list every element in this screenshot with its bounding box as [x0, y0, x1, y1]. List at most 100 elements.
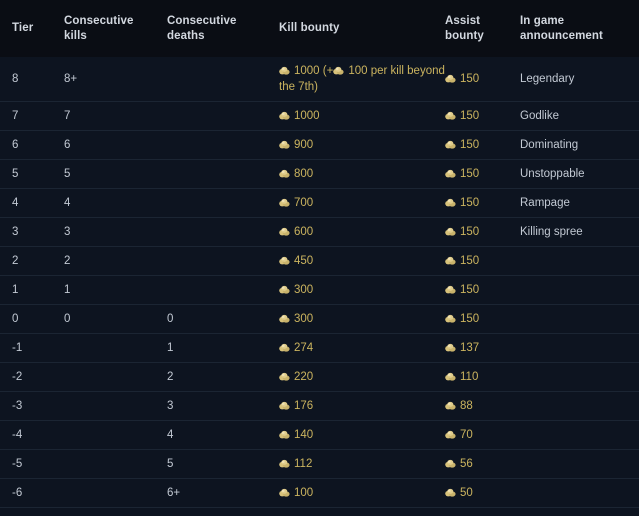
kill-bounty-value: 700 — [294, 196, 314, 209]
gold-coin-icon — [445, 372, 456, 381]
column-header-consecutive-deaths-line-2: deaths — [167, 29, 205, 42]
cell-kill-bounty: 220 — [279, 362, 445, 391]
cell-tier: 4 — [12, 196, 19, 209]
cell-assist-bounty: 150 — [445, 188, 520, 217]
cell-in-game-announcement — [520, 449, 639, 478]
cell-assist-bounty: 88 — [445, 391, 520, 420]
cell-assist-bounty: 150 — [445, 246, 520, 275]
cell-consecutive-kills: 3 — [64, 225, 71, 238]
gold-coin-icon — [279, 66, 290, 75]
kill-bounty-value: 100 — [294, 486, 314, 499]
cell-kill-bounty: 100 — [279, 478, 445, 507]
gold-coin-icon — [445, 285, 456, 294]
cell-consecutive-kills: 2 — [64, 254, 71, 267]
cell-kill-bounty: 1000 — [279, 101, 445, 130]
gold-coin-icon — [445, 227, 456, 236]
cell-in-game-announcement — [520, 420, 639, 449]
gold-coin-icon — [445, 430, 456, 439]
cell-consecutive-deaths: 4 — [167, 428, 174, 441]
cell-consecutive-kills: 5 — [64, 167, 71, 180]
gold-coin-icon — [279, 372, 290, 381]
cell-consecutive-deaths — [167, 159, 279, 188]
column-header-assist-bounty-line-2: bounty — [445, 29, 484, 42]
table-row: 5 5 800 150 Unstoppable — [0, 159, 639, 188]
cell-assist-bounty: 70 — [445, 420, 520, 449]
table-row: -5 5 112 56 — [0, 449, 639, 478]
column-header-in-game-announcement-line-1: In game — [520, 14, 565, 27]
column-header-consecutive-kills: Consecutive kills — [64, 0, 167, 57]
cell-assist-bounty: 150 — [445, 57, 520, 101]
gold-coin-icon — [445, 140, 456, 149]
column-header-in-game-announcement: In game announcement — [520, 0, 639, 57]
gold-coin-icon — [279, 343, 290, 352]
table-row: 8 8+ 1000 (+ 100 per kill beyond the 7th) 15… — [0, 57, 639, 101]
kill-bounty-value: 900 — [294, 138, 314, 151]
cell-tier: -1 — [12, 341, 23, 354]
cell-kill-bounty: 700 — [279, 188, 445, 217]
column-header-consecutive-kills-line-1: Consecutive — [64, 14, 134, 27]
gold-coin-icon — [279, 111, 290, 120]
cell-consecutive-kills — [64, 333, 167, 362]
table-row: -3 3 176 88 — [0, 391, 639, 420]
cell-consecutive-kills — [64, 391, 167, 420]
column-header-assist-bounty-line-1: Assist — [445, 14, 481, 27]
cell-tier: 7 — [12, 109, 19, 122]
table-row: 6 6 900 150 Dominating — [0, 130, 639, 159]
bounty-table-container: Tier Consecutive kills Consecutive death… — [0, 0, 639, 516]
gold-coin-icon — [445, 74, 456, 83]
cell-tier: -5 — [12, 457, 23, 470]
cell-tier: 1 — [12, 283, 19, 296]
gold-coin-icon — [445, 488, 456, 497]
gold-coin-icon — [445, 111, 456, 120]
column-header-consecutive-kills-line-2: kills — [64, 29, 87, 42]
cell-in-game-announcement: Dominating — [520, 138, 579, 151]
gold-coin-icon — [279, 140, 290, 149]
kill-bounty-value: 600 — [294, 225, 314, 238]
cell-consecutive-kills — [64, 420, 167, 449]
cell-in-game-announcement — [520, 362, 639, 391]
cell-assist-bounty: 150 — [445, 275, 520, 304]
gold-coin-icon — [279, 227, 290, 236]
gold-coin-icon — [279, 488, 290, 497]
cell-tier: 6 — [12, 138, 19, 151]
cell-consecutive-kills: 7 — [64, 109, 71, 122]
cell-assist-bounty: 150 — [445, 304, 520, 333]
gold-coin-icon — [279, 198, 290, 207]
column-header-tier-line-1: Tier — [12, 22, 34, 34]
cell-in-game-announcement — [520, 304, 639, 333]
cell-consecutive-deaths — [167, 217, 279, 246]
cell-consecutive-deaths: 1 — [167, 341, 174, 354]
table-row: -2 2 220 110 — [0, 362, 639, 391]
cell-assist-bounty: 150 — [445, 101, 520, 130]
cell-tier: 2 — [12, 254, 19, 267]
cell-kill-bounty: 450 — [279, 246, 445, 275]
cell-assist-bounty: 150 — [445, 159, 520, 188]
assist-bounty-value: 50 — [460, 486, 473, 499]
cell-in-game-announcement — [520, 391, 639, 420]
kill-bounty-value: 274 — [294, 341, 314, 354]
cell-assist-bounty: 150 — [445, 130, 520, 159]
column-header-consecutive-deaths-line-1: Consecutive — [167, 14, 237, 27]
cell-consecutive-deaths — [167, 275, 279, 304]
kill-bounty-value: 220 — [294, 370, 314, 383]
gold-coin-icon — [445, 401, 456, 410]
gold-coin-icon — [279, 430, 290, 439]
table-row: -4 4 140 70 — [0, 420, 639, 449]
gold-coin-icon — [333, 66, 344, 75]
cell-tier: 3 — [12, 225, 19, 238]
assist-bounty-value: 70 — [460, 428, 473, 441]
cell-consecutive-deaths — [167, 101, 279, 130]
gold-coin-icon — [445, 314, 456, 323]
cell-kill-bounty: 1000 (+ 100 per kill beyond the 7th) — [279, 57, 445, 101]
kill-bounty-value: 112 — [294, 457, 313, 470]
cell-kill-bounty: 800 — [279, 159, 445, 188]
cell-tier: -2 — [12, 370, 23, 383]
table-body: 8 8+ 1000 (+ 100 per kill beyond the 7th) 15… — [0, 57, 639, 507]
cell-tier: -3 — [12, 399, 23, 412]
table-header-row: Tier Consecutive kills Consecutive death… — [0, 0, 639, 57]
cell-in-game-announcement: Godlike — [520, 109, 559, 122]
table-row: 1 1 300 150 — [0, 275, 639, 304]
cell-kill-bounty: 300 — [279, 304, 445, 333]
gold-coin-icon — [279, 459, 290, 468]
gold-coin-icon — [445, 256, 456, 265]
